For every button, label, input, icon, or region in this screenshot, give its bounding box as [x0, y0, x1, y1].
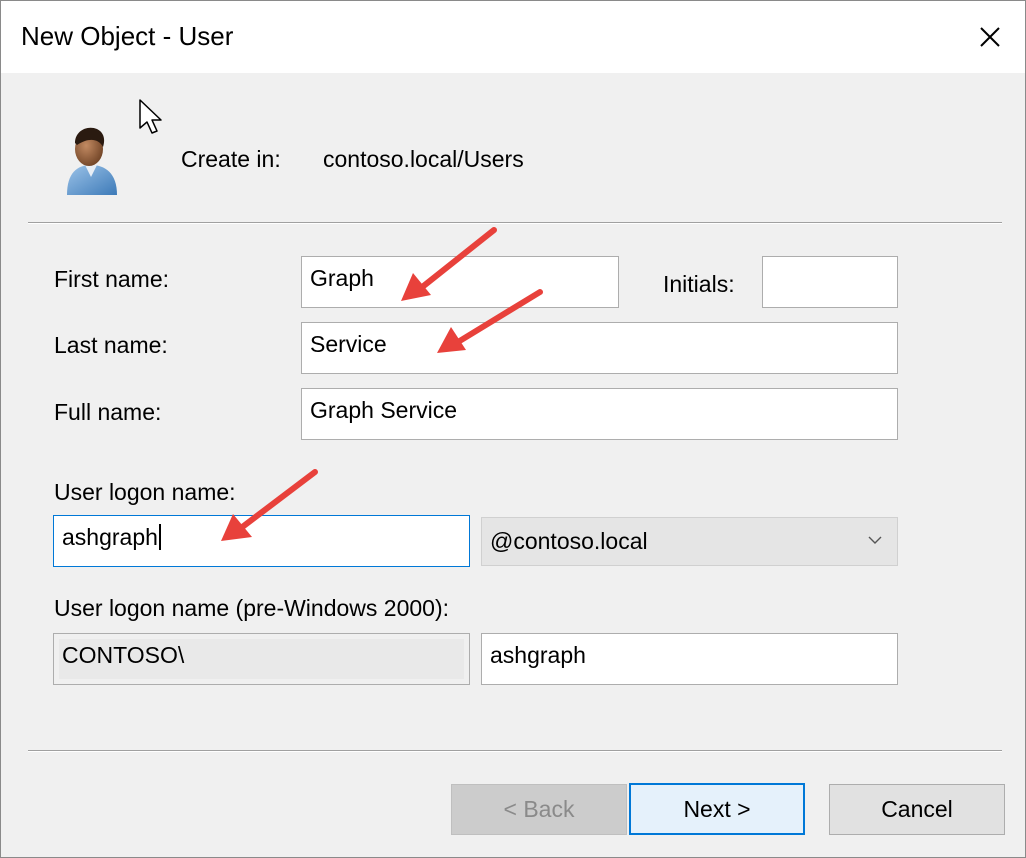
create-in-path: contoso.local/Users: [323, 146, 524, 172]
first-name-input[interactable]: Graph: [301, 256, 619, 308]
last-name-input[interactable]: Service: [301, 322, 898, 374]
initials-input[interactable]: [762, 256, 898, 308]
full-name-label: Full name:: [54, 399, 162, 425]
first-name-label: First name:: [54, 266, 170, 292]
initials-label: Initials:: [663, 271, 735, 297]
create-in-label: Create in:: [181, 146, 281, 172]
last-name-label: Last name:: [54, 332, 168, 358]
full-name-input[interactable]: Graph Service: [301, 388, 898, 440]
chevron-down-icon: [868, 536, 882, 544]
domain-select[interactable]: @contoso.local: [481, 517, 898, 566]
new-user-dialog: New Object - User Create in: contoso.loc…: [0, 0, 1026, 858]
domain-select-value: @contoso.local: [490, 528, 648, 554]
pre2000-label: User logon name (pre-Windows 2000):: [54, 595, 450, 621]
divider-bottom: [28, 750, 1002, 752]
cancel-button[interactable]: Cancel: [829, 784, 1005, 835]
pre2000-name-input[interactable]: ashgraph: [481, 633, 898, 685]
text-caret: [158, 524, 161, 550]
pre2000-domain-field: CONTOSO\: [53, 633, 470, 685]
logon-name-label: User logon name:: [54, 479, 236, 505]
window-title: New Object - User: [21, 21, 234, 51]
mouse-cursor-icon: [139, 99, 162, 134]
logon-name-input[interactable]: ashgraph: [53, 515, 470, 567]
user-icon: [67, 127, 117, 195]
close-icon: [980, 27, 1000, 47]
back-button[interactable]: < Back: [451, 784, 627, 835]
divider-top: [28, 222, 1002, 224]
close-button[interactable]: [955, 1, 1025, 73]
title-bar: New Object - User: [1, 1, 1025, 73]
next-button[interactable]: Next >: [629, 783, 805, 835]
